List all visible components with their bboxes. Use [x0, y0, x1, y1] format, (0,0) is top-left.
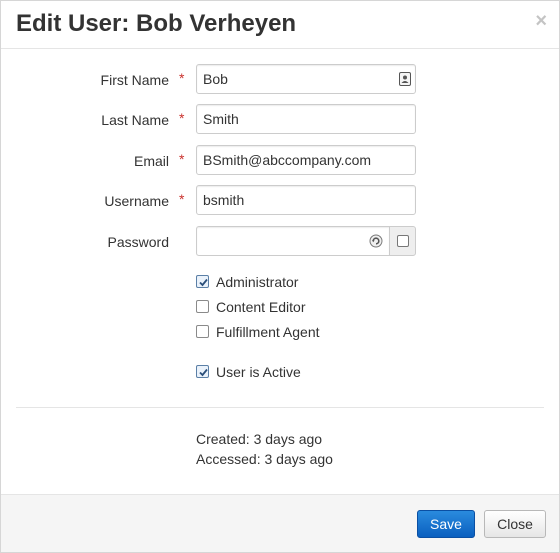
email-label: Email	[133, 153, 169, 169]
checkmark-icon	[199, 368, 208, 377]
dialog-header: Edit User: Bob Verheyen ×	[1, 1, 559, 49]
fulfillment-agent-label: Fulfillment Agent	[216, 324, 320, 340]
edit-user-dialog: Edit User: Bob Verheyen × First Name * B…	[0, 0, 560, 553]
dialog-title: Edit User: Bob Verheyen	[16, 10, 297, 37]
required-marker: *	[179, 70, 185, 86]
last-name-row: Last Name * Smith	[1, 104, 559, 136]
administrator-checkbox[interactable]	[196, 275, 209, 288]
username-value: bsmith	[203, 192, 245, 208]
email-value: BSmith@abccompany.com	[203, 152, 372, 168]
password-input-group	[196, 226, 416, 256]
content-editor-label: Content Editor	[216, 299, 306, 315]
first-name-value: Bob	[203, 71, 228, 87]
required-marker: *	[179, 151, 185, 167]
username-label: Username	[104, 193, 169, 209]
content-editor-checkbox[interactable]	[196, 300, 209, 313]
close-icon[interactable]: ×	[535, 11, 547, 31]
email-row: Email * BSmith@abccompany.com	[1, 145, 559, 177]
show-password-addon	[389, 226, 416, 256]
administrator-label: Administrator	[216, 274, 299, 290]
fulfillment-agent-checkbox[interactable]	[196, 325, 209, 338]
user-active-checkbox[interactable]	[196, 365, 209, 378]
dialog-footer: Save Close	[1, 494, 559, 552]
password-row: Password	[1, 226, 559, 258]
divider	[16, 407, 544, 408]
first-name-field[interactable]: Bob	[196, 64, 416, 94]
email-field[interactable]: BSmith@abccompany.com	[196, 145, 416, 175]
username-row: Username * bsmith	[1, 185, 559, 217]
checkmark-icon	[199, 278, 208, 287]
first-name-row: First Name * Bob	[1, 64, 559, 96]
accessed-text: Accessed: 3 days ago	[196, 451, 333, 467]
last-name-field[interactable]: Smith	[196, 104, 416, 134]
close-button[interactable]: Close	[484, 510, 546, 538]
created-text: Created: 3 days ago	[196, 431, 323, 447]
username-field[interactable]: bsmith	[196, 185, 416, 215]
show-password-checkbox[interactable]	[397, 235, 409, 247]
required-marker: *	[179, 110, 185, 126]
contact-card-icon[interactable]	[399, 72, 411, 86]
first-name-label: First Name	[100, 72, 169, 88]
save-button[interactable]: Save	[417, 510, 475, 538]
user-active-label: User is Active	[216, 364, 301, 380]
password-reveal-icon[interactable]	[369, 234, 383, 248]
password-field[interactable]	[196, 226, 389, 256]
last-name-label: Last Name	[101, 112, 169, 128]
last-name-value: Smith	[203, 111, 239, 127]
required-marker: *	[179, 191, 185, 207]
password-label: Password	[107, 234, 169, 250]
